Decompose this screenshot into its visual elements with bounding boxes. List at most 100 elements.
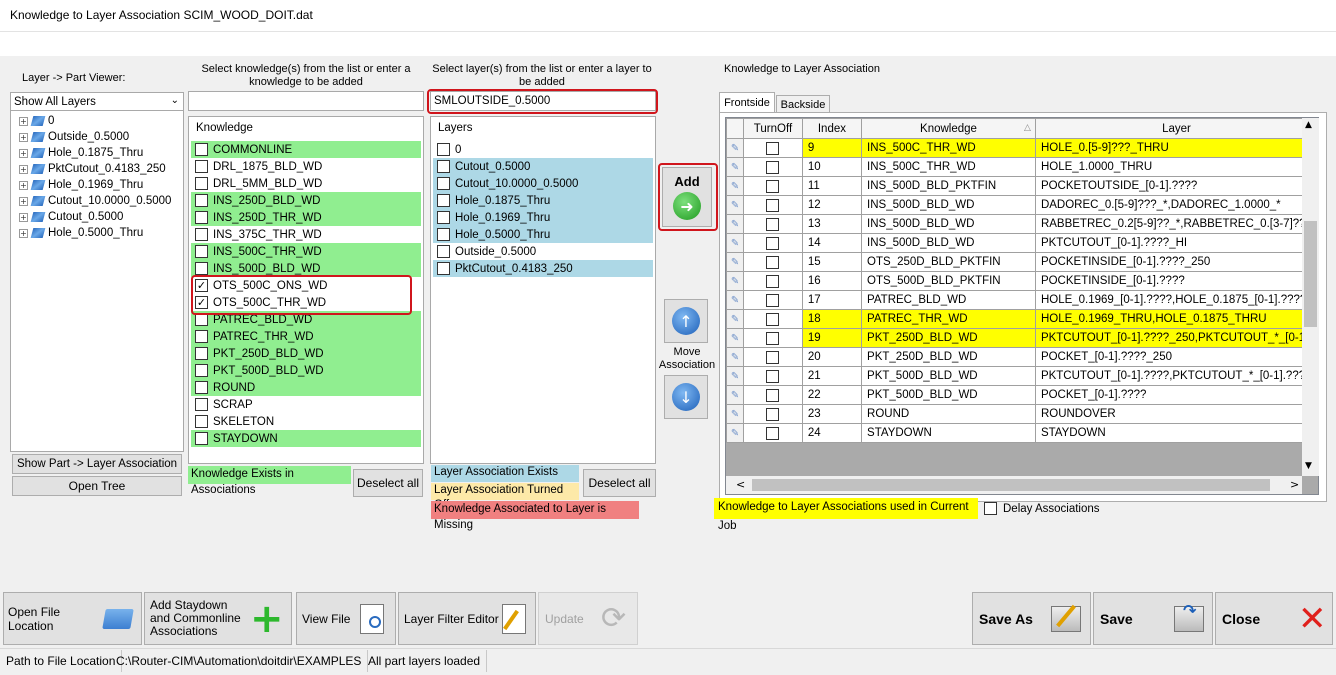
item-checkbox[interactable] [195, 194, 208, 207]
turnoff-checkbox[interactable] [766, 236, 780, 250]
expand-icon[interactable]: + [19, 116, 28, 126]
association-row[interactable]: ✎ 22 PKT_500D_BLD_WD POCKET_[0-1].???? [726, 385, 1318, 405]
association-grid[interactable]: TurnOff Index Knowledge △ Layer ✎ 9 INS_500… [725, 117, 1319, 495]
view-file-button[interactable]: View File [296, 592, 396, 645]
edit-pencil-icon[interactable]: ✎ [726, 214, 745, 234]
item-checkbox[interactable] [195, 245, 208, 258]
turnoff-checkbox[interactable] [766, 369, 780, 383]
edit-pencil-icon[interactable]: ✎ [726, 366, 745, 386]
association-row[interactable]: ✎ 19 PKT_250D_BLD_WD PKTCUTOUT_[0-1].????_2… [726, 328, 1318, 348]
turnoff-checkbox[interactable] [766, 388, 780, 402]
item-checkbox[interactable] [195, 143, 208, 156]
item-checkbox[interactable] [437, 245, 450, 258]
item-checkbox[interactable] [195, 330, 208, 343]
association-row[interactable]: ✎ 20 PKT_250D_BLD_WD POCKET_[0-1].????_250 [726, 347, 1318, 367]
column-header-knowledge[interactable]: Knowledge △ [861, 118, 1036, 139]
item-checkbox[interactable] [195, 364, 208, 377]
association-row[interactable]: ✎ 24 STAYDOWN STAYDOWN [726, 423, 1318, 443]
turnoff-cell[interactable] [743, 271, 803, 291]
edit-pencil-icon[interactable]: ✎ [726, 252, 745, 272]
open-file-location-button[interactable]: Open File Location [3, 592, 142, 645]
turnoff-cell[interactable] [743, 309, 803, 329]
item-checkbox[interactable] [195, 415, 208, 428]
delay-associations-checkbox[interactable]: Delay Associations [984, 502, 1100, 515]
column-header-layer[interactable]: Layer [1034, 118, 1318, 139]
knowledge-item[interactable]: ROUND [191, 379, 421, 396]
turnoff-checkbox[interactable] [766, 217, 780, 231]
edit-pencil-icon[interactable]: ✎ [726, 309, 745, 329]
knowledge-item[interactable]: PATREC_THR_WD [191, 328, 421, 345]
turnoff-cell[interactable] [743, 423, 803, 443]
expand-icon[interactable]: + [19, 132, 28, 142]
turnoff-cell[interactable] [743, 385, 803, 405]
grid-horizontal-scrollbar[interactable]: < > [726, 476, 1302, 494]
grid-vertical-scrollbar[interactable]: ▲ ▼ [1302, 118, 1319, 476]
knowledge-item[interactable]: INS_250D_THR_WD [191, 209, 421, 226]
tree-node[interactable]: + Cutout_0.5000 [19, 209, 123, 225]
scroll-down-icon[interactable]: ▼ [1305, 461, 1312, 471]
edit-pencil-icon[interactable]: ✎ [726, 233, 745, 253]
turnoff-cell[interactable] [743, 252, 803, 272]
turnoff-cell[interactable] [743, 176, 803, 196]
save-as-button[interactable]: Save As [972, 592, 1091, 645]
turnoff-checkbox[interactable] [766, 312, 780, 326]
item-checkbox[interactable] [437, 194, 450, 207]
turnoff-checkbox[interactable] [766, 160, 780, 174]
tree-node[interactable]: + Hole_0.5000_Thru [19, 225, 143, 241]
knowledge-item[interactable]: INS_375C_THR_WD [191, 226, 421, 243]
expand-icon[interactable]: + [19, 212, 28, 222]
item-checkbox[interactable] [437, 160, 450, 173]
knowledge-item[interactable]: DRL_5MM_BLD_WD [191, 175, 421, 192]
knowledge-deselect-all-button[interactable]: Deselect all [353, 469, 423, 497]
turnoff-cell[interactable] [743, 138, 803, 158]
grid-vscroll-thumb[interactable] [1304, 221, 1317, 327]
knowledge-input[interactable] [188, 91, 424, 111]
open-tree-button[interactable]: Open Tree [12, 476, 182, 496]
expand-icon[interactable]: + [19, 180, 28, 190]
tree-node[interactable]: + Outside_0.5000 [19, 129, 129, 145]
turnoff-checkbox[interactable] [766, 179, 780, 193]
tree-node[interactable]: + Hole_0.1875_Thru [19, 145, 143, 161]
turnoff-checkbox[interactable] [766, 350, 780, 364]
item-checkbox[interactable] [195, 211, 208, 224]
item-checkbox[interactable] [437, 228, 450, 241]
turnoff-cell[interactable] [743, 328, 803, 348]
expand-icon[interactable]: + [19, 196, 28, 206]
turnoff-cell[interactable] [743, 290, 803, 310]
column-header-turnoff[interactable]: TurnOff [743, 118, 803, 139]
layer-item[interactable]: 0 [433, 141, 653, 158]
edit-pencil-icon[interactable]: ✎ [726, 138, 745, 158]
association-row[interactable]: ✎ 11 INS_500D_BLD_PKTFIN POCKETOUTSIDE_[0-1… [726, 176, 1318, 196]
item-checkbox[interactable] [195, 347, 208, 360]
knowledge-item[interactable]: STAYDOWN [191, 430, 421, 447]
column-header-index[interactable]: Index [801, 118, 863, 139]
turnoff-cell[interactable] [743, 157, 803, 177]
close-button[interactable]: Close ✕ [1215, 592, 1333, 645]
show-part-association-button[interactable]: Show Part -> Layer Association [12, 454, 182, 474]
scroll-up-icon[interactable]: ▲ [1305, 120, 1312, 130]
tree-node[interactable]: + Cutout_10.0000_0.5000 [19, 193, 171, 209]
association-row[interactable]: ✎ 14 INS_500D_BLD_WD PKTCUTOUT_[0-1].????_H… [726, 233, 1318, 253]
turnoff-checkbox[interactable] [766, 331, 780, 345]
turnoff-checkbox[interactable] [766, 274, 780, 288]
edit-pencil-icon[interactable]: ✎ [726, 157, 745, 177]
edit-pencil-icon[interactable]: ✎ [726, 176, 745, 196]
turnoff-checkbox[interactable] [766, 198, 780, 212]
item-checkbox[interactable] [437, 262, 450, 275]
item-checkbox[interactable] [195, 228, 208, 241]
layer-tree[interactable]: +0 + Outside_0.5000 + Hole_0.1875_Thru + PktCu… [10, 110, 184, 452]
expand-icon[interactable]: + [19, 164, 28, 174]
layers-list[interactable]: Layers 0 Cutout_0.5000 Cutout_10.0000_0.50… [430, 116, 656, 464]
delay-checkbox-box[interactable] [984, 502, 997, 515]
update-button[interactable]: Update ⟳ [538, 592, 638, 645]
layers-deselect-all-button[interactable]: Deselect all [583, 469, 656, 497]
turnoff-checkbox[interactable] [766, 141, 780, 155]
move-up-button[interactable]: ↑ [664, 299, 708, 343]
scroll-left-icon[interactable]: < [736, 478, 745, 491]
association-row[interactable]: ✎ 23 ROUND ROUNDOVER [726, 404, 1318, 424]
tab-frontside[interactable]: Frontside [719, 92, 775, 113]
turnoff-checkbox[interactable] [766, 293, 780, 307]
tab-backside[interactable]: Backside [776, 95, 830, 113]
item-checkbox[interactable] [437, 143, 450, 156]
layer-item[interactable]: Hole_0.5000_Thru [433, 226, 653, 243]
